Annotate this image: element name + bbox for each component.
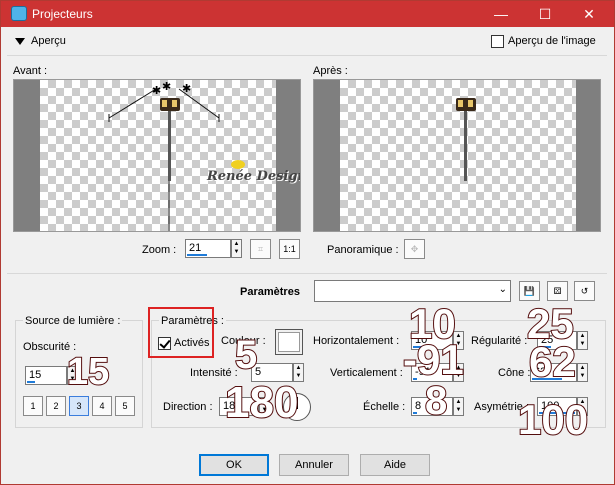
- annotation-asymmetry: 100: [517, 396, 589, 443]
- regularity-stepper[interactable]: ▲ ▼: [577, 331, 588, 350]
- zoom-stepper[interactable]: ▲ ▼: [231, 239, 242, 258]
- color-swatch-fill: [278, 332, 300, 352]
- light-source-selector[interactable]: 1 2 3 4 5: [23, 396, 137, 418]
- preview-toggle-label: Aperçu: [31, 35, 66, 47]
- scale-label: Échelle :: [363, 401, 406, 413]
- annotation-vertical: -91: [402, 336, 465, 383]
- cancel-button[interactable]: Annuler: [279, 454, 349, 476]
- help-button[interactable]: Aide: [360, 454, 430, 476]
- cone-stepper[interactable]: ▲ ▼: [577, 363, 588, 382]
- annotation-cone: 62: [528, 338, 577, 385]
- title-bar[interactable]: Projecteurs — ☐ ✕: [1, 1, 614, 27]
- enabled-checkbox[interactable]: [158, 337, 171, 350]
- horizontal-label: Horizontalement :: [313, 335, 400, 347]
- street-lamp-image: [455, 94, 477, 184]
- presets-dropdown[interactable]: ⌄: [314, 280, 511, 302]
- close-button[interactable]: ✕: [567, 1, 611, 27]
- street-lamp-image: [159, 94, 181, 184]
- annotation-scale: 8: [424, 379, 448, 423]
- highlight-box: [148, 307, 214, 358]
- ok-button[interactable]: OK: [199, 454, 269, 476]
- presets-label: Paramètres: [240, 286, 300, 298]
- separator: [7, 273, 607, 274]
- darkness-input[interactable]: 15: [25, 366, 67, 385]
- projecteurs-dialog: Projecteurs — ☐ ✕ Aperçu Aperçu de l'ima…: [0, 0, 615, 485]
- zoom-label: Zoom :: [142, 244, 177, 256]
- show-image-checkbox[interactable]: [491, 35, 504, 48]
- reset-icon[interactable]: ↺: [574, 281, 595, 301]
- vertical-label: Verticalement :: [330, 367, 403, 379]
- light-source-group-label: Source de lumière :: [23, 315, 123, 327]
- svg-text:✱: ✱: [162, 80, 171, 93]
- before-preview[interactable]: ✱ ✱ ✱ Renée Design: [13, 79, 301, 232]
- color-swatch[interactable]: [275, 329, 303, 355]
- pan-icon[interactable]: ✥: [404, 239, 425, 259]
- zoom-input[interactable]: 21: [185, 239, 231, 258]
- direction-label: Direction :: [163, 401, 213, 413]
- chevron-down-icon: ⌄: [498, 284, 507, 295]
- after-label: Après :: [313, 65, 348, 77]
- light-source-4-button[interactable]: 4: [92, 396, 112, 416]
- pan-label: Panoramique :: [327, 244, 399, 256]
- enabled-label: Activés: [174, 337, 210, 349]
- cone-label: Cône :: [498, 367, 531, 379]
- watermark-logo: Renée Design: [207, 160, 300, 186]
- annotation-intensity: 5: [234, 333, 258, 377]
- light-source-1-button[interactable]: 1: [23, 396, 43, 416]
- triangle-down-icon: [15, 38, 25, 45]
- annotation-direction: 180: [224, 378, 299, 427]
- regularity-label: Régularité :: [471, 335, 528, 347]
- light-source-2-button[interactable]: 2: [46, 396, 66, 416]
- random-dice-icon[interactable]: ⚄: [547, 281, 568, 301]
- zoom-fit-icon[interactable]: ⌗: [250, 239, 271, 259]
- separator: [7, 55, 607, 56]
- app-icon: [11, 6, 27, 21]
- scale-stepper[interactable]: ▲ ▼: [453, 397, 464, 416]
- after-preview: [313, 79, 601, 232]
- maximize-button[interactable]: ☐: [523, 1, 567, 27]
- minimize-button[interactable]: —: [479, 1, 523, 27]
- show-image-label: Aperçu de l'image: [508, 35, 596, 47]
- zoom-actual-size-button[interactable]: 1:1: [279, 239, 300, 259]
- save-preset-icon[interactable]: 💾: [519, 281, 540, 301]
- spotlight-handles[interactable]: ✱ ✱ ✱: [14, 80, 301, 232]
- light-source-5-button[interactable]: 5: [115, 396, 135, 416]
- light-source-3-button[interactable]: 3: [69, 396, 89, 416]
- svg-text:✱: ✱: [182, 82, 191, 95]
- before-label: Avant :: [13, 65, 48, 77]
- annotation-darkness: 15: [66, 351, 110, 393]
- window-title: Projecteurs: [32, 7, 93, 21]
